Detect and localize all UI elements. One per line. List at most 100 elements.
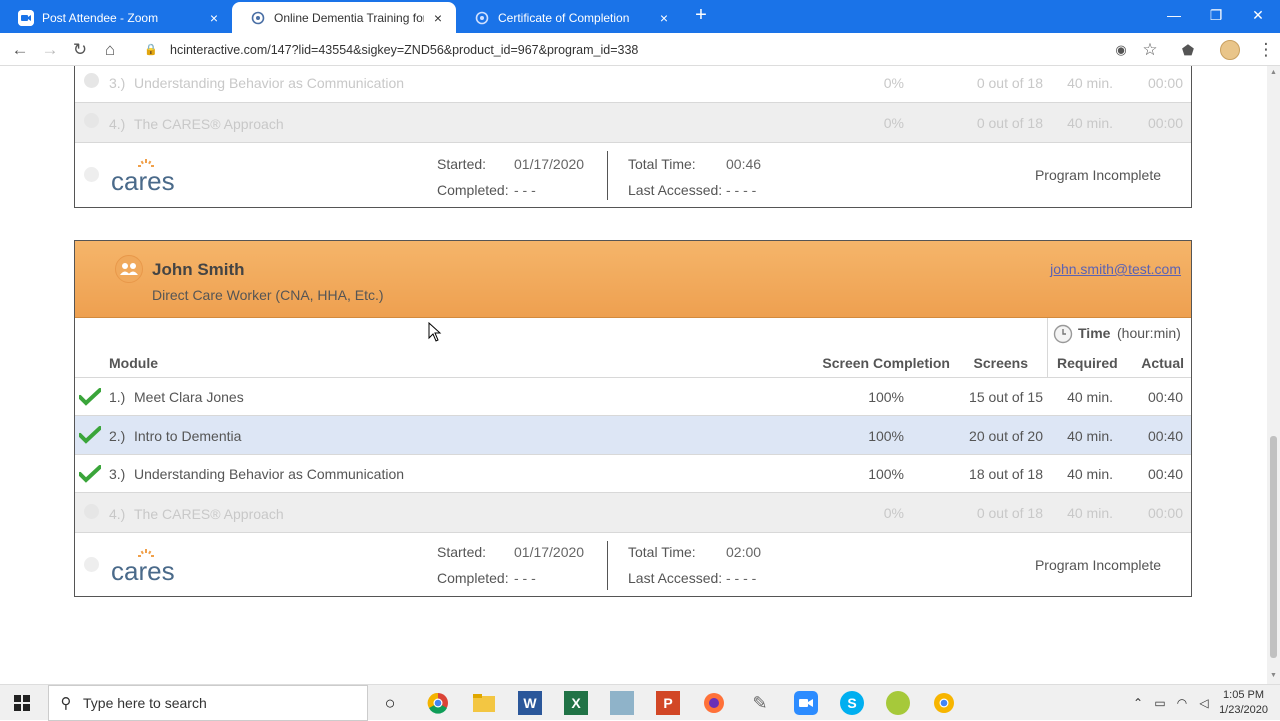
firefox-icon[interactable] — [702, 691, 726, 715]
module-actual-time: 00:40 — [1147, 466, 1183, 482]
system-clock[interactable]: 1:05 PM 1/23/2020 — [1219, 688, 1268, 718]
browser-tabstrip: Post Attendee - Zoom × Online Dementia T… — [0, 0, 1280, 33]
module-title: Intro to Dementia — [134, 428, 242, 444]
zoom-app-icon[interactable] — [794, 691, 818, 715]
module-title: Meet Clara Jones — [134, 389, 244, 405]
last-accessed-label: Last Accessed: — [628, 182, 723, 198]
lock-icon: 🔒 — [144, 44, 158, 56]
word-icon[interactable]: W — [518, 691, 542, 715]
skype-icon[interactable]: S — [840, 691, 864, 715]
task-view-icon[interactable]: ○ — [378, 691, 402, 715]
star-icon[interactable]: ☆ — [1138, 38, 1162, 62]
tab-zoom[interactable]: Post Attendee - Zoom × — [0, 2, 232, 33]
module-title: The CARES® Approach — [134, 116, 284, 132]
windows-start-icon[interactable] — [10, 691, 34, 715]
new-tab-button[interactable]: + — [690, 5, 712, 27]
module-screens: 0 out of 18 — [976, 505, 1043, 521]
checkmark-icon — [78, 426, 102, 444]
module-number: 4.) — [109, 116, 126, 132]
column-module: Module — [109, 355, 158, 371]
checkmark-icon — [78, 388, 102, 406]
scroll-down-icon[interactable]: ▼ — [1270, 672, 1277, 679]
page-scrollbar[interactable]: ▲ ▼ — [1267, 66, 1280, 684]
extension-icon[interactable]: ⬟ — [1176, 38, 1200, 62]
zoom-icon — [18, 9, 34, 26]
powerpoint-icon[interactable]: P — [656, 691, 680, 715]
module-actual-time: 00:00 — [1147, 505, 1183, 521]
scrollbar-thumb[interactable] — [1270, 436, 1277, 658]
cares-logo: cares — [111, 157, 191, 196]
tab-dementia-training[interactable]: Online Dementia Training for Ca × — [232, 2, 456, 33]
module-title: The CARES® Approach — [134, 506, 284, 522]
volume-icon[interactable]: ◁ — [1192, 691, 1216, 715]
module-number: 3.) — [109, 75, 126, 91]
battery-icon[interactable]: ▭ — [1148, 691, 1172, 715]
time-column-group: Time (hour:min) Required Actual — [1047, 318, 1192, 378]
total-time-value: 02:00 — [726, 544, 762, 560]
module-screens: 15 out of 15 — [969, 389, 1043, 405]
clock-time: 1:05 PM — [1223, 689, 1265, 701]
paint-icon[interactable]: ✎ — [748, 691, 772, 715]
module-screens: 0 out of 18 — [976, 115, 1043, 131]
home-icon[interactable]: ⌂ — [98, 38, 122, 62]
program-summary: cares Started: 01/17/2020 Completed: - -… — [75, 143, 1191, 208]
chrome-canary-icon[interactable] — [932, 691, 956, 715]
minimize-button[interactable]: — — [1152, 0, 1196, 30]
module-row[interactable]: 3.) Understanding Behavior as Communicat… — [75, 66, 1191, 103]
divider — [607, 541, 608, 590]
module-row[interactable]: 3.) Understanding Behavior as Communicat… — [75, 455, 1191, 493]
module-number: 2.) — [109, 428, 126, 444]
excel-icon[interactable]: X — [564, 691, 588, 715]
total-time-label: Total Time: — [628, 544, 696, 560]
address-bar[interactable]: 🔒 hcinteractive.com/147?lid=43554&sigkey… — [132, 37, 1172, 62]
last-accessed-value: - - - - — [726, 182, 757, 198]
back-arrow-icon[interactable]: ← — [8, 38, 32, 62]
started-label: Started: — [437, 544, 487, 560]
module-actual-time: 00:00 — [1147, 115, 1183, 131]
file-explorer-icon[interactable] — [472, 691, 496, 715]
chrome-icon[interactable] — [426, 691, 450, 715]
user-role: Direct Care Worker (CNA, HHA, Etc.) — [152, 287, 384, 303]
user-header: John Smith Direct Care Worker (CNA, HHA,… — [75, 241, 1191, 318]
program-status: Program Incomplete — [1034, 557, 1161, 573]
module-row[interactable]: 4.) The CARES® Approach 0% 0 out of 18 4… — [75, 493, 1191, 533]
chevron-up-icon[interactable]: ⌃ — [1126, 691, 1150, 715]
menu-dots-icon[interactable]: ⋮ — [1254, 38, 1278, 62]
module-screens: 20 out of 20 — [969, 428, 1043, 444]
module-completion: 0% — [883, 115, 904, 131]
forward-arrow-icon[interactable]: → — [38, 38, 62, 62]
blocked-cookie-icon[interactable]: ◉ — [1109, 38, 1133, 62]
module-number: 4.) — [109, 506, 126, 522]
module-row[interactable]: 1.) Meet Clara Jones 100% 15 out of 15 4… — [75, 378, 1191, 416]
cares-logo: cares — [111, 547, 191, 586]
completed-label: Completed: — [437, 182, 509, 198]
divider — [607, 151, 608, 200]
tab-label: Post Attendee - Zoom — [42, 10, 159, 25]
module-actual-time: 00:00 — [1147, 75, 1183, 91]
scroll-up-icon[interactable]: ▲ — [1270, 69, 1277, 76]
user-email-link[interactable]: john.smith@test.com — [1050, 261, 1181, 277]
wifi-icon[interactable]: ◠ — [1170, 691, 1194, 715]
reload-icon[interactable]: ↻ — [68, 38, 92, 62]
started-value: 01/17/2020 — [514, 156, 585, 172]
close-window-button[interactable]: ✕ — [1236, 0, 1280, 30]
module-row[interactable]: 2.) Intro to Dementia 100% 20 out of 20 … — [75, 416, 1191, 455]
green-app-icon[interactable] — [886, 691, 910, 715]
module-required-time: 40 min. — [1067, 466, 1113, 482]
completed-label: Completed: — [437, 570, 509, 586]
completed-value: - - - — [514, 182, 536, 198]
tab-close-icon[interactable]: × — [206, 10, 222, 26]
column-actual: Actual — [1141, 355, 1184, 371]
tab-close-icon[interactable]: × — [656, 10, 672, 26]
tab-certificate[interactable]: Certificate of Completion × — [456, 2, 682, 33]
page-content: 3.) Understanding Behavior as Communicat… — [0, 66, 1267, 684]
maximize-button[interactable]: ❐ — [1194, 0, 1238, 30]
module-row[interactable]: 4.) The CARES® Approach 0% 0 out of 18 4… — [75, 103, 1191, 143]
notepad-icon[interactable] — [610, 691, 634, 715]
users-group-icon — [115, 255, 143, 283]
profile-avatar[interactable] — [1220, 40, 1240, 60]
module-screens: 18 out of 18 — [969, 466, 1043, 482]
tab-close-icon[interactable]: × — [430, 10, 446, 26]
tab-label: Certificate of Completion — [498, 10, 630, 25]
taskbar-search[interactable]: ⚲ Type here to search — [48, 685, 368, 721]
